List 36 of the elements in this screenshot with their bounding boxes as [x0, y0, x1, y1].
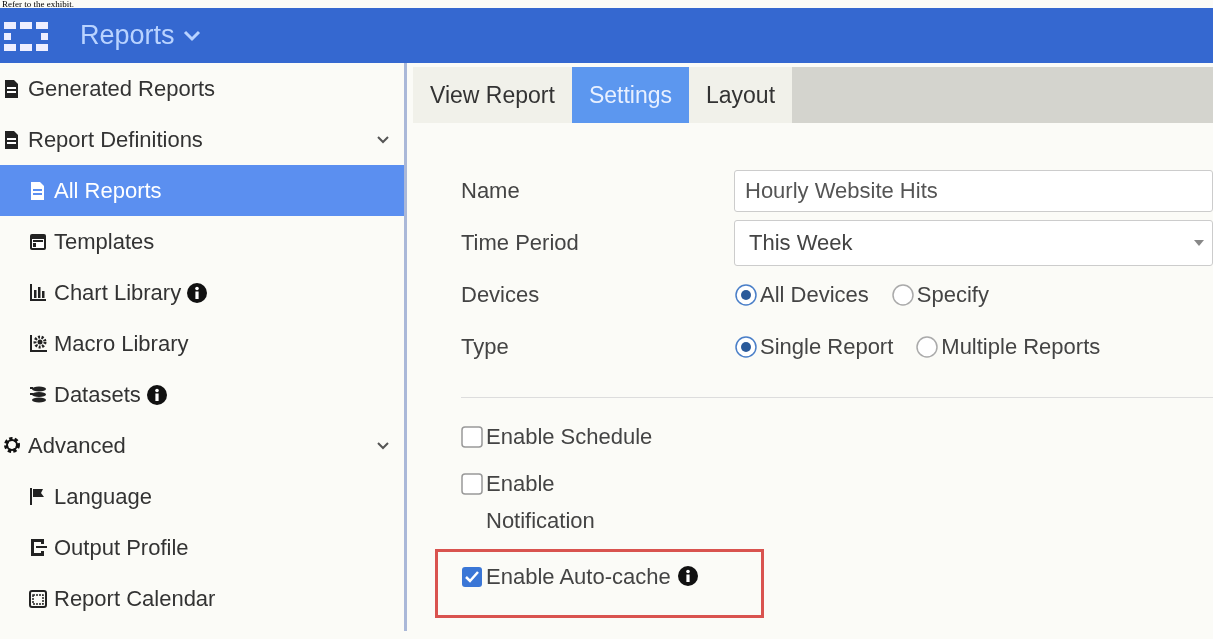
field-label: Type [461, 334, 509, 360]
tab[interactable]: Layout [689, 67, 793, 123]
gear-chart-icon [28, 333, 48, 354]
gear-icon [2, 435, 22, 456]
sidebar-item[interactable]: Advanced [0, 420, 404, 471]
sidebar-item[interactable]: Generated Reports [0, 63, 404, 114]
sidebar-item[interactable]: Output Profile [0, 522, 404, 573]
caption-text: Refer to the exhibit. [1, 0, 75, 8]
sidebar-item[interactable]: Report Calendar [0, 573, 404, 624]
text-field[interactable]: Hourly Website Hits [734, 170, 1213, 212]
sidebar-item[interactable]: Macro Library [0, 318, 404, 369]
sidebar-item[interactable]: Templates [0, 216, 404, 267]
calendar-icon [28, 588, 48, 609]
database-icon [28, 384, 48, 405]
field-label: Name [461, 178, 520, 204]
radio-option[interactable]: Multiple Reports [915, 334, 1101, 360]
dropdown-field[interactable]: This Week [734, 220, 1213, 266]
field-label: Devices [461, 282, 540, 308]
checkbox-option[interactable]: Enable Schedule [461, 418, 661, 455]
sidebar-item[interactable]: Language [0, 471, 404, 522]
output-icon [28, 537, 48, 558]
bar-chart-icon [28, 282, 48, 303]
checkbox-option[interactable]: Enable Notification [461, 465, 661, 539]
sidebar-item[interactable]: Report Definitions [0, 114, 404, 165]
chevron-down-icon [182, 29, 201, 42]
radio-option[interactable]: All Devices [734, 282, 869, 308]
template-icon [28, 231, 48, 252]
sidebar-item[interactable]: Chart Library [0, 267, 404, 318]
grid-icon [4, 19, 50, 52]
caret-icon [1194, 240, 1204, 246]
sidebar-item[interactable]: Datasets [0, 369, 404, 420]
field-label: Time Period [461, 230, 579, 256]
radio-option[interactable]: Specify [890, 282, 989, 308]
checkbox-option[interactable]: Enable Auto-cache [461, 558, 761, 595]
tab[interactable]: View Report [413, 67, 572, 123]
radio-option[interactable]: Single Report [734, 334, 894, 360]
